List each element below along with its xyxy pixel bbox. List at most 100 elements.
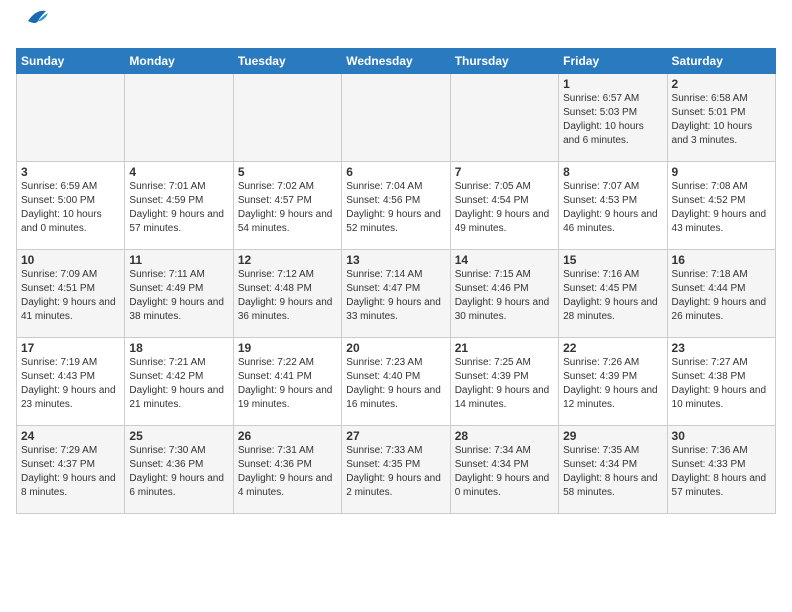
weekday-header-tuesday: Tuesday (233, 49, 341, 74)
day-number: 11 (129, 253, 228, 267)
day-info: Sunrise: 7:15 AM Sunset: 4:46 PM Dayligh… (455, 268, 554, 324)
day-info: Sunrise: 7:27 AM Sunset: 4:38 PM Dayligh… (672, 356, 771, 412)
calendar-day-cell: 24Sunrise: 7:29 AM Sunset: 4:37 PM Dayli… (17, 426, 125, 514)
day-number: 28 (455, 429, 554, 443)
day-info: Sunrise: 7:19 AM Sunset: 4:43 PM Dayligh… (21, 356, 120, 412)
day-number: 30 (672, 429, 771, 443)
day-info: Sunrise: 6:57 AM Sunset: 5:03 PM Dayligh… (563, 92, 662, 148)
calendar-day-cell (125, 74, 233, 162)
day-info: Sunrise: 7:05 AM Sunset: 4:54 PM Dayligh… (455, 180, 554, 236)
calendar-day-cell: 20Sunrise: 7:23 AM Sunset: 4:40 PM Dayli… (342, 338, 450, 426)
day-number: 3 (21, 165, 120, 179)
day-number: 12 (238, 253, 337, 267)
day-info: Sunrise: 7:21 AM Sunset: 4:42 PM Dayligh… (129, 356, 228, 412)
calendar-day-cell: 14Sunrise: 7:15 AM Sunset: 4:46 PM Dayli… (450, 250, 558, 338)
calendar-day-cell: 30Sunrise: 7:36 AM Sunset: 4:33 PM Dayli… (667, 426, 775, 514)
day-number: 10 (21, 253, 120, 267)
day-info: Sunrise: 7:02 AM Sunset: 4:57 PM Dayligh… (238, 180, 337, 236)
day-number: 14 (455, 253, 554, 267)
calendar-day-cell: 12Sunrise: 7:12 AM Sunset: 4:48 PM Dayli… (233, 250, 341, 338)
day-number: 29 (563, 429, 662, 443)
day-info: Sunrise: 7:09 AM Sunset: 4:51 PM Dayligh… (21, 268, 120, 324)
logo-bird-icon (18, 7, 48, 35)
calendar-day-cell: 29Sunrise: 7:35 AM Sunset: 4:34 PM Dayli… (559, 426, 667, 514)
calendar-day-cell: 18Sunrise: 7:21 AM Sunset: 4:42 PM Dayli… (125, 338, 233, 426)
day-number: 6 (346, 165, 445, 179)
day-info: Sunrise: 7:31 AM Sunset: 4:36 PM Dayligh… (238, 444, 337, 500)
day-number: 20 (346, 341, 445, 355)
day-info: Sunrise: 7:35 AM Sunset: 4:34 PM Dayligh… (563, 444, 662, 500)
weekday-header-sunday: Sunday (17, 49, 125, 74)
day-info: Sunrise: 7:29 AM Sunset: 4:37 PM Dayligh… (21, 444, 120, 500)
day-number: 5 (238, 165, 337, 179)
day-info: Sunrise: 7:07 AM Sunset: 4:53 PM Dayligh… (563, 180, 662, 236)
calendar-body: 1Sunrise: 6:57 AM Sunset: 5:03 PM Daylig… (17, 74, 776, 514)
day-number: 4 (129, 165, 228, 179)
day-info: Sunrise: 7:16 AM Sunset: 4:45 PM Dayligh… (563, 268, 662, 324)
weekday-header-wednesday: Wednesday (342, 49, 450, 74)
calendar-day-cell: 19Sunrise: 7:22 AM Sunset: 4:41 PM Dayli… (233, 338, 341, 426)
day-info: Sunrise: 7:12 AM Sunset: 4:48 PM Dayligh… (238, 268, 337, 324)
day-number: 27 (346, 429, 445, 443)
day-number: 26 (238, 429, 337, 443)
day-info: Sunrise: 7:14 AM Sunset: 4:47 PM Dayligh… (346, 268, 445, 324)
calendar-week-row: 1Sunrise: 6:57 AM Sunset: 5:03 PM Daylig… (17, 74, 776, 162)
calendar-day-cell: 21Sunrise: 7:25 AM Sunset: 4:39 PM Dayli… (450, 338, 558, 426)
day-number: 19 (238, 341, 337, 355)
day-number: 8 (563, 165, 662, 179)
calendar-day-cell: 9Sunrise: 7:08 AM Sunset: 4:52 PM Daylig… (667, 162, 775, 250)
day-number: 17 (21, 341, 120, 355)
calendar-week-row: 17Sunrise: 7:19 AM Sunset: 4:43 PM Dayli… (17, 338, 776, 426)
weekday-header-monday: Monday (125, 49, 233, 74)
weekday-header-row: SundayMondayTuesdayWednesdayThursdayFrid… (17, 49, 776, 74)
calendar-week-row: 3Sunrise: 6:59 AM Sunset: 5:00 PM Daylig… (17, 162, 776, 250)
day-info: Sunrise: 7:36 AM Sunset: 4:33 PM Dayligh… (672, 444, 771, 500)
day-info: Sunrise: 7:08 AM Sunset: 4:52 PM Dayligh… (672, 180, 771, 236)
calendar-day-cell (233, 74, 341, 162)
day-number: 2 (672, 77, 771, 91)
day-info: Sunrise: 6:58 AM Sunset: 5:01 PM Dayligh… (672, 92, 771, 148)
calendar-day-cell: 4Sunrise: 7:01 AM Sunset: 4:59 PM Daylig… (125, 162, 233, 250)
day-info: Sunrise: 7:11 AM Sunset: 4:49 PM Dayligh… (129, 268, 228, 324)
logo (16, 16, 48, 40)
day-info: Sunrise: 7:33 AM Sunset: 4:35 PM Dayligh… (346, 444, 445, 500)
weekday-header-thursday: Thursday (450, 49, 558, 74)
calendar-day-cell: 15Sunrise: 7:16 AM Sunset: 4:45 PM Dayli… (559, 250, 667, 338)
day-number: 15 (563, 253, 662, 267)
calendar-table: SundayMondayTuesdayWednesdayThursdayFrid… (16, 48, 776, 514)
calendar-day-cell: 26Sunrise: 7:31 AM Sunset: 4:36 PM Dayli… (233, 426, 341, 514)
calendar-day-cell: 25Sunrise: 7:30 AM Sunset: 4:36 PM Dayli… (125, 426, 233, 514)
calendar-header: SundayMondayTuesdayWednesdayThursdayFrid… (17, 49, 776, 74)
day-info: Sunrise: 6:59 AM Sunset: 5:00 PM Dayligh… (21, 180, 120, 236)
day-info: Sunrise: 7:34 AM Sunset: 4:34 PM Dayligh… (455, 444, 554, 500)
page-header (16, 16, 776, 40)
calendar-day-cell: 23Sunrise: 7:27 AM Sunset: 4:38 PM Dayli… (667, 338, 775, 426)
day-number: 18 (129, 341, 228, 355)
calendar-day-cell: 28Sunrise: 7:34 AM Sunset: 4:34 PM Dayli… (450, 426, 558, 514)
day-info: Sunrise: 7:23 AM Sunset: 4:40 PM Dayligh… (346, 356, 445, 412)
day-number: 9 (672, 165, 771, 179)
day-number: 25 (129, 429, 228, 443)
day-info: Sunrise: 7:01 AM Sunset: 4:59 PM Dayligh… (129, 180, 228, 236)
day-info: Sunrise: 7:22 AM Sunset: 4:41 PM Dayligh… (238, 356, 337, 412)
calendar-day-cell: 13Sunrise: 7:14 AM Sunset: 4:47 PM Dayli… (342, 250, 450, 338)
calendar-day-cell (342, 74, 450, 162)
day-number: 1 (563, 77, 662, 91)
day-number: 22 (563, 341, 662, 355)
calendar-day-cell: 27Sunrise: 7:33 AM Sunset: 4:35 PM Dayli… (342, 426, 450, 514)
calendar-week-row: 24Sunrise: 7:29 AM Sunset: 4:37 PM Dayli… (17, 426, 776, 514)
calendar-day-cell: 1Sunrise: 6:57 AM Sunset: 5:03 PM Daylig… (559, 74, 667, 162)
day-number: 24 (21, 429, 120, 443)
day-number: 13 (346, 253, 445, 267)
weekday-header-saturday: Saturday (667, 49, 775, 74)
calendar-day-cell: 10Sunrise: 7:09 AM Sunset: 4:51 PM Dayli… (17, 250, 125, 338)
calendar-day-cell: 22Sunrise: 7:26 AM Sunset: 4:39 PM Dayli… (559, 338, 667, 426)
day-info: Sunrise: 7:30 AM Sunset: 4:36 PM Dayligh… (129, 444, 228, 500)
day-info: Sunrise: 7:18 AM Sunset: 4:44 PM Dayligh… (672, 268, 771, 324)
day-number: 23 (672, 341, 771, 355)
day-number: 21 (455, 341, 554, 355)
day-number: 16 (672, 253, 771, 267)
calendar-day-cell: 3Sunrise: 6:59 AM Sunset: 5:00 PM Daylig… (17, 162, 125, 250)
calendar-day-cell: 5Sunrise: 7:02 AM Sunset: 4:57 PM Daylig… (233, 162, 341, 250)
calendar-day-cell: 8Sunrise: 7:07 AM Sunset: 4:53 PM Daylig… (559, 162, 667, 250)
